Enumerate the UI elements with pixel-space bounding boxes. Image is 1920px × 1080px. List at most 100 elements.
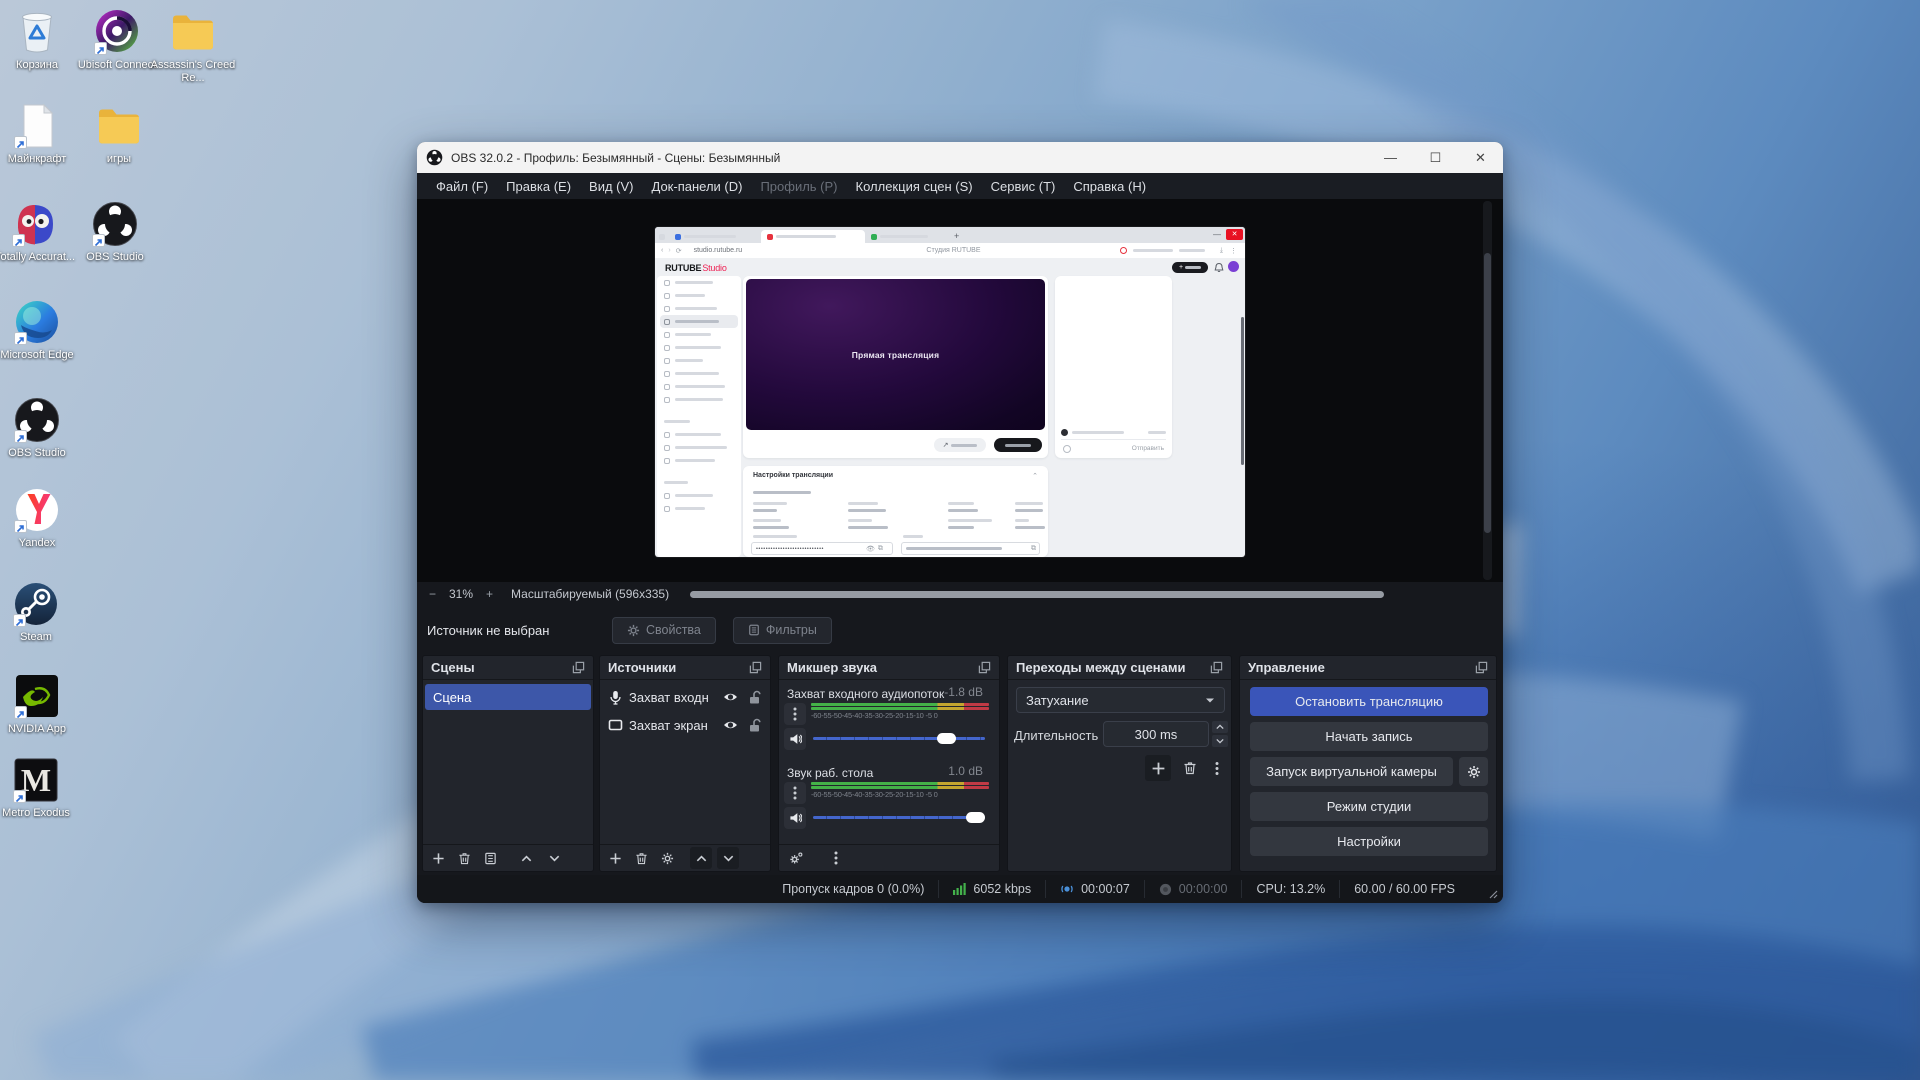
menu-file[interactable]: Файл (F) — [427, 175, 497, 198]
settings-button[interactable]: Настройки — [1250, 827, 1488, 856]
popout-icon[interactable] — [749, 661, 762, 674]
lock-icon[interactable] — [748, 690, 761, 704]
menu-edit[interactable]: Правка (Е) — [497, 175, 580, 198]
minimize-button[interactable]: — — [1368, 142, 1413, 173]
popout-icon[interactable] — [978, 661, 991, 674]
source-move-up-button[interactable] — [690, 847, 712, 869]
zoom-level: 31% — [449, 587, 474, 601]
desktop-icon-assassins-creed-folder[interactable]: Assassin's Creed Re... — [150, 8, 236, 85]
visibility-eye-icon[interactable] — [723, 719, 738, 731]
desktop-icon-recycle-bin[interactable]: Корзина — [0, 8, 80, 72]
preview-vertical-scrollbar[interactable] — [1483, 201, 1492, 580]
mute-speaker-button[interactable] — [784, 807, 806, 829]
shortcut-arrow-icon — [12, 234, 25, 247]
stop-streaming-button[interactable]: Остановить трансляцию — [1250, 687, 1488, 716]
status-bar: Пропуск кадров 0 (0.0%) 6052 kbps 00:00:… — [417, 875, 1503, 903]
scene-move-down-button[interactable] — [543, 847, 565, 869]
duration-spinner — [1212, 721, 1228, 747]
virtual-camera-settings-button[interactable] — [1459, 757, 1488, 786]
desktop-icon-minecraft[interactable]: Майнкрафт — [0, 102, 80, 166]
filters-icon — [749, 624, 759, 636]
source-move-down-button[interactable] — [717, 847, 739, 869]
desktop-icon-totally-accurate[interactable]: Totally Accurat... — [0, 200, 78, 264]
desktop-icon-label: Майнкрафт — [7, 153, 67, 165]
visibility-eye-icon[interactable] — [723, 691, 738, 703]
mixer-channel-name: Захват входного аудиопоток — [787, 687, 945, 701]
mixer-channel-menu-button[interactable] — [784, 703, 806, 725]
add-source-button[interactable] — [604, 847, 626, 869]
menu-tools[interactable]: Сервис (Т) — [982, 175, 1065, 198]
shortcut-arrow-icon — [14, 706, 27, 719]
transition-menu-button[interactable] — [1207, 755, 1227, 781]
spinner-down-button[interactable] — [1212, 735, 1228, 747]
window-titlebar[interactable]: OBS 32.0.2 - Профиль: Безымянный - Сцены… — [417, 142, 1503, 173]
close-button[interactable]: ✕ — [1458, 142, 1503, 173]
shortcut-arrow-icon — [14, 520, 27, 533]
desktop-icon-yandex[interactable]: Yandex — [0, 486, 80, 550]
popout-icon[interactable] — [1475, 661, 1488, 674]
desktop-icon-label: NVIDIA App — [7, 723, 67, 735]
source-row-audio-input[interactable]: Захват входн — [600, 685, 770, 709]
add-scene-button[interactable] — [427, 847, 449, 869]
volume-slider-handle[interactable] — [937, 733, 957, 744]
start-virtual-camera-button[interactable]: Запуск виртуальной камеры — [1250, 757, 1453, 786]
desktop-icon-label: Metro Exodus — [2, 807, 70, 819]
mute-speaker-button[interactable] — [784, 728, 806, 750]
menu-docks[interactable]: Док-панели (D) — [643, 175, 752, 198]
captured-tab — [669, 230, 761, 243]
mixer-channel-menu-button[interactable] — [784, 782, 806, 804]
menu-view[interactable]: Вид (V) — [580, 175, 642, 198]
duration-input[interactable]: 300 ms — [1103, 721, 1209, 747]
captured-stream-url-field: ⧉ — [901, 542, 1040, 555]
scene-move-up-button[interactable] — [515, 847, 537, 869]
desktop-icon-games-folder[interactable]: игры — [76, 102, 162, 166]
fps-status: 60.00 / 60.00 FPS — [1339, 880, 1469, 898]
source-row-screen-capture[interactable]: Захват экран — [600, 713, 770, 737]
maximize-button[interactable]: ☐ — [1413, 142, 1458, 173]
popout-icon[interactable] — [572, 661, 585, 674]
zoom-out-button[interactable]: − — [429, 587, 436, 601]
start-recording-button[interactable]: Начать запись — [1250, 722, 1488, 751]
studio-mode-button[interactable]: Режим студии — [1250, 792, 1488, 821]
desktop-icon-microsoft-edge[interactable]: Microsoft Edge — [0, 298, 80, 362]
volume-slider[interactable] — [813, 812, 986, 823]
properties-button[interactable]: Свойства — [612, 616, 716, 644]
mixer-channel-header: Захват входного аудиопоток -1.8 dB — [787, 685, 991, 701]
desktop-icon-obs-studio-2[interactable]: OBS Studio — [0, 396, 80, 460]
filters-button[interactable]: Фильтры — [732, 616, 832, 644]
source-properties-button[interactable] — [656, 847, 678, 869]
scene-list-item-selected[interactable]: Сцена — [425, 684, 591, 710]
mixer-menu-button[interactable] — [825, 847, 847, 869]
menu-scene-collection[interactable]: Коллекция сцен (S) — [847, 175, 982, 198]
desktop-icon-label: Totally Accurat... — [0, 251, 76, 263]
rutube-studio-logo: RUTUBEStudio — [665, 263, 727, 273]
volume-slider[interactable] — [813, 733, 985, 744]
scale-mode-label[interactable]: Масштабируемый (596x335) — [511, 587, 669, 601]
desktop-icon-steam[interactable]: Steam — [0, 580, 79, 644]
scene-preview-canvas[interactable]: + — ✕ ‹ › ⟳ studio.rutube.ru Студия RUTU… — [417, 199, 1503, 582]
captured-close-icon: ✕ — [1226, 229, 1243, 240]
desktop-icon-nvidia-app[interactable]: NVIDIA App — [0, 672, 80, 736]
desktop-icon-ubisoft-connect[interactable]: Ubisoft Connect — [74, 8, 160, 72]
controls-panel: Управление Остановить трансляцию Начать … — [1239, 655, 1497, 872]
remove-source-button[interactable] — [630, 847, 652, 869]
scene-filters-button[interactable] — [479, 847, 501, 869]
desktop-icon-obs-studio[interactable]: OBS Studio — [72, 200, 158, 264]
window-resize-grip[interactable] — [1489, 890, 1498, 899]
volume-slider-row — [779, 807, 999, 829]
zoom-in-button[interactable]: + — [486, 587, 493, 601]
desktop-icon-metro-exodus[interactable]: M Metro Exodus — [0, 756, 79, 820]
volume-slider-handle[interactable] — [966, 812, 986, 823]
remove-transition-button[interactable] — [1177, 755, 1203, 781]
preview-horizontal-scrollbar[interactable] — [690, 591, 1384, 598]
menu-help[interactable]: Справка (Н) — [1064, 175, 1155, 198]
menu-profile[interactable]: Профиль (P) — [751, 175, 846, 198]
transition-select[interactable]: Затухание — [1016, 687, 1225, 713]
add-transition-button[interactable] — [1145, 755, 1171, 781]
remove-scene-button[interactable] — [453, 847, 475, 869]
spinner-up-button[interactable] — [1212, 721, 1228, 733]
popout-icon[interactable] — [1210, 661, 1223, 674]
volume-meter-scale: -60-55-50-45-40-35-30-25-20-15-10 -5 0 — [811, 790, 938, 799]
lock-icon[interactable] — [748, 718, 761, 732]
advanced-audio-button[interactable] — [785, 847, 807, 869]
